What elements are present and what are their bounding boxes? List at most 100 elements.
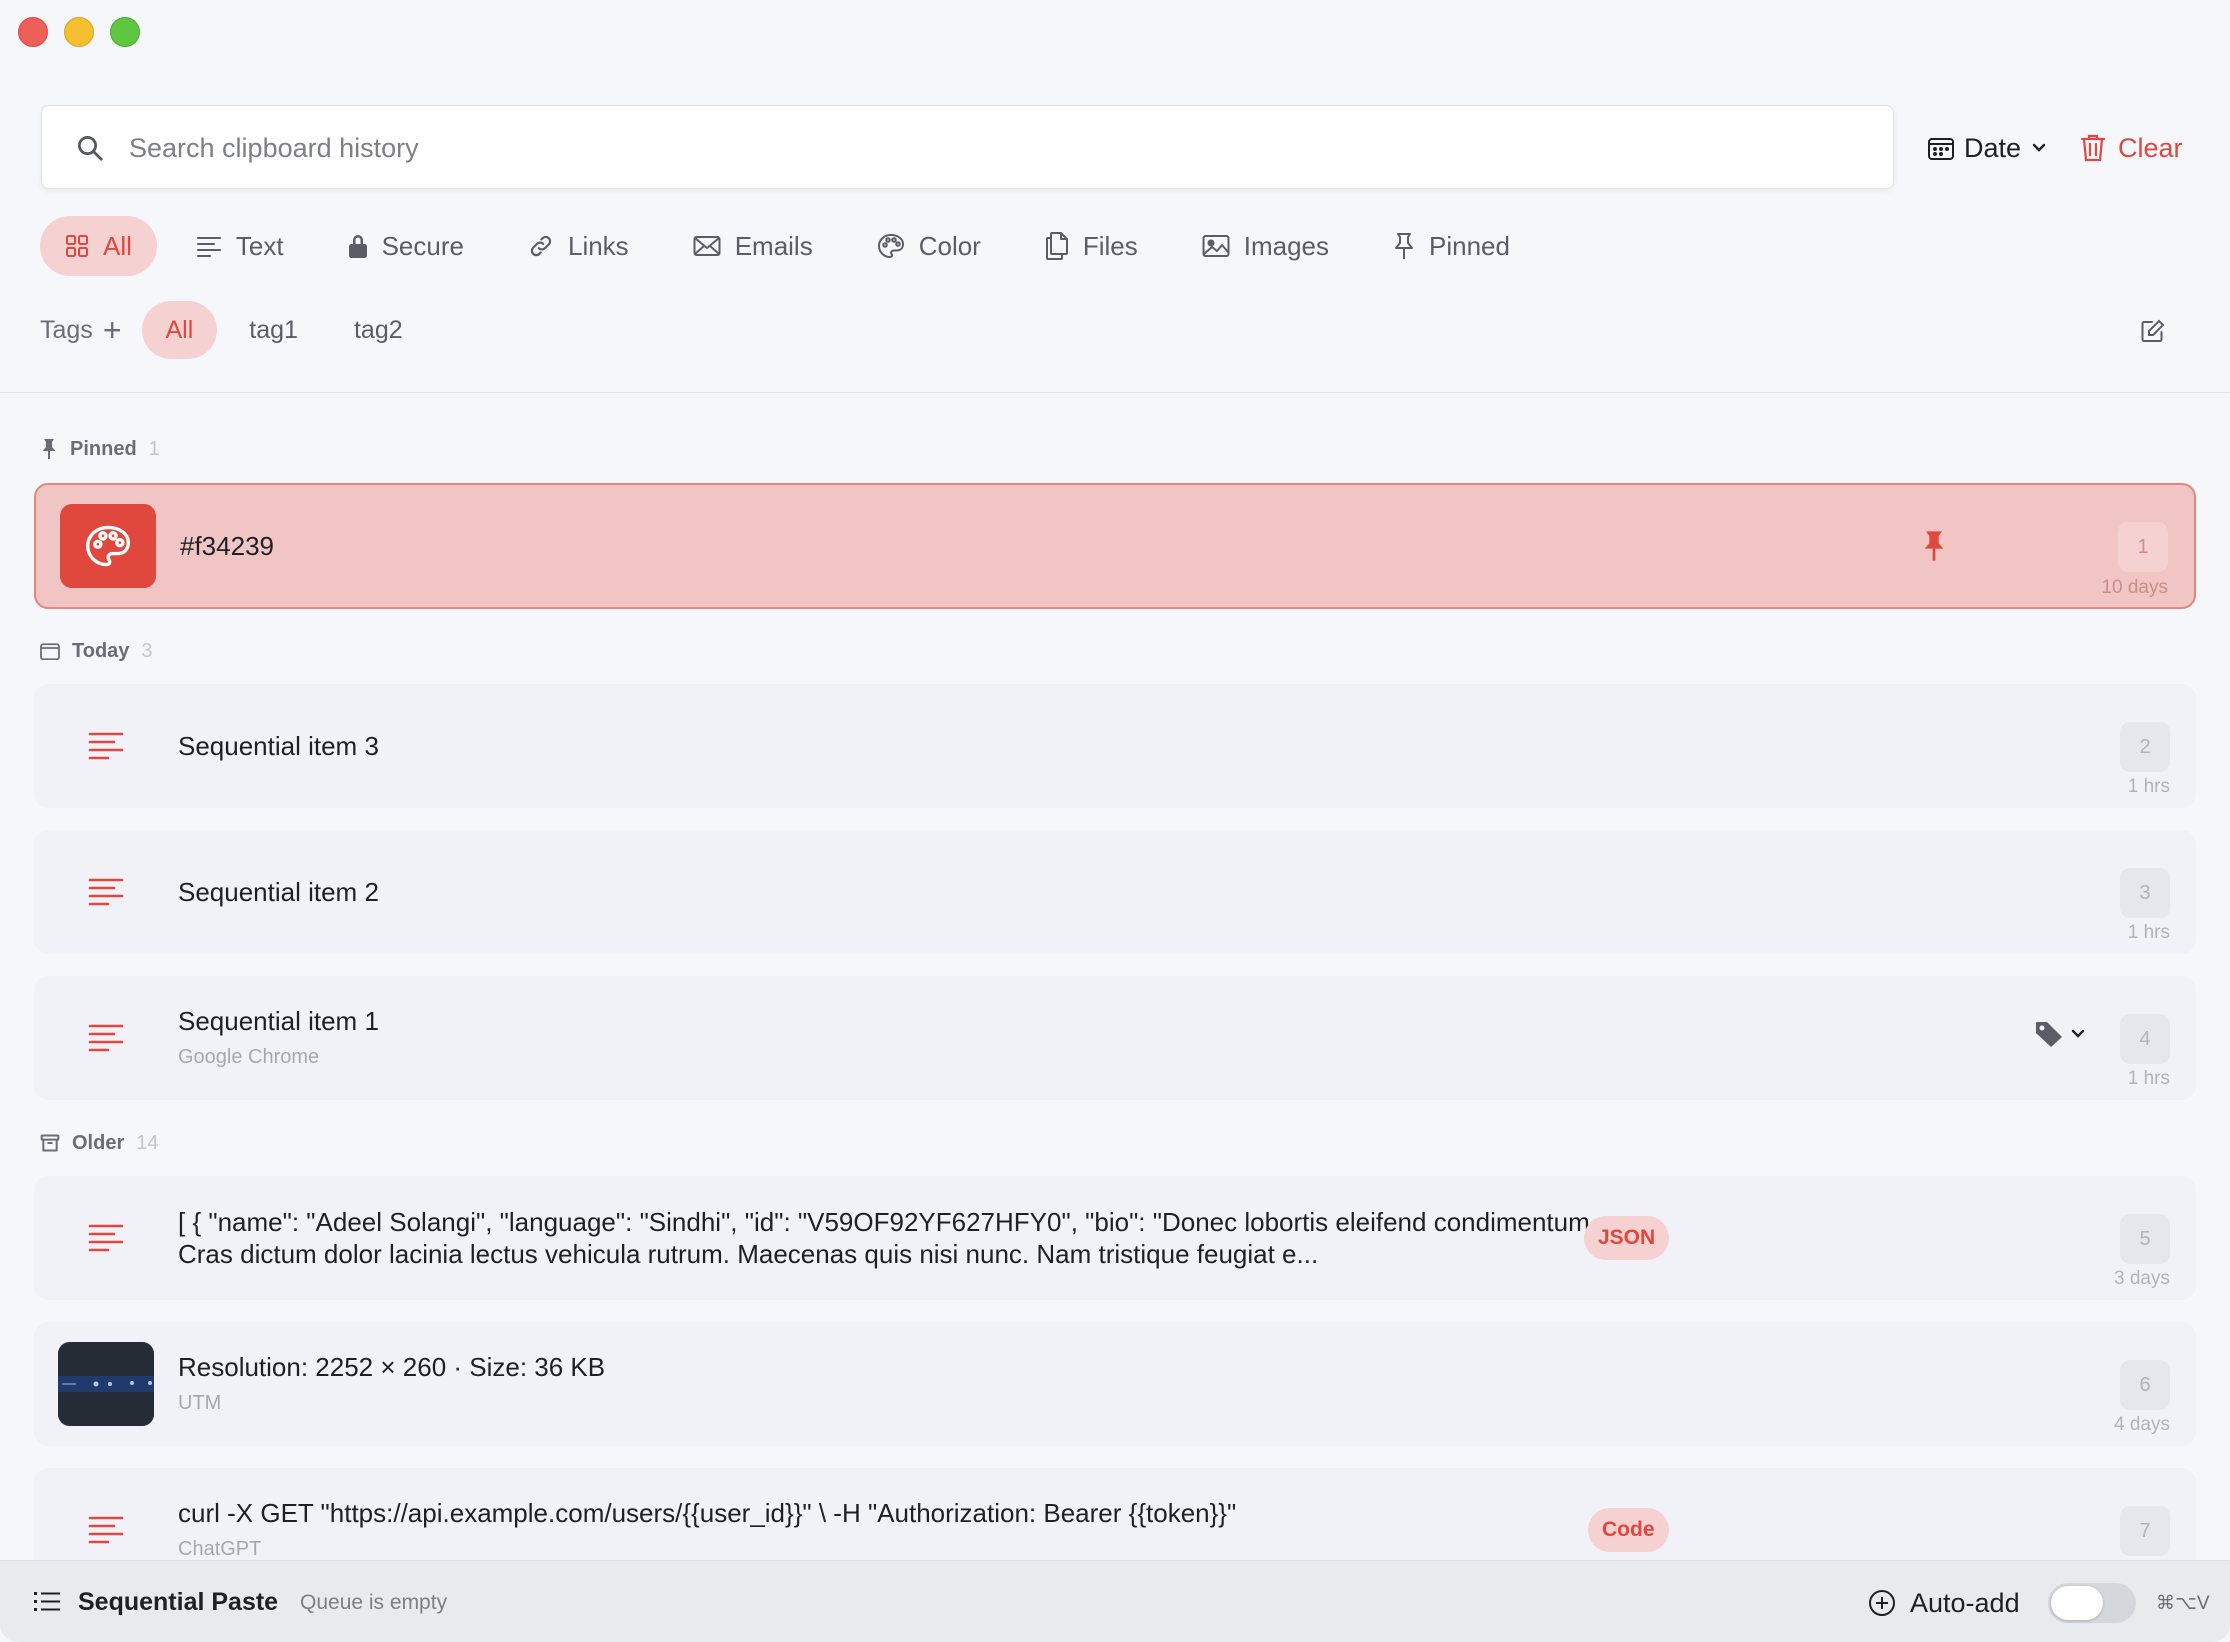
filter-pinned[interactable]: Pinned (1368, 216, 1535, 276)
section-count: 3 (141, 639, 153, 662)
item-index: 5 (2120, 1214, 2170, 1264)
item-index: 3 (2120, 868, 2170, 918)
sequential-paste-title: Sequential Paste (78, 1588, 279, 1616)
filter-files[interactable]: Files (1020, 216, 1163, 276)
auto-add-toggle[interactable] (2048, 1583, 2136, 1623)
filter-label: Pinned (1429, 230, 1510, 261)
item-source: Google Chrome (178, 1046, 320, 1068)
section-pinned-header: Pinned 1 (40, 432, 160, 466)
text-item-icon (58, 704, 154, 788)
tag-menu-button[interactable] (2034, 1020, 2086, 1048)
plus-circle-icon (1869, 1590, 1895, 1616)
calendar-icon (40, 643, 60, 660)
item-title: Sequential item 1 (178, 1006, 379, 1036)
filter-secure[interactable]: Secure (323, 216, 489, 276)
section-label: Today (72, 639, 130, 662)
tags-label: Tags (40, 315, 93, 344)
code-badge: Code (1588, 1508, 1669, 1552)
item-index: 1 (2118, 522, 2168, 572)
tags-bar: Tags + All tag1 tag2 (40, 300, 435, 360)
edit-icon (2141, 319, 2165, 342)
chevron-down-icon (2071, 1029, 2085, 1038)
text-lines-icon (88, 732, 124, 760)
pin-icon (42, 439, 56, 459)
filter-label: Secure (381, 230, 464, 261)
text-item-icon (58, 850, 154, 934)
item-title: curl -X GET "https://api.example.com/use… (178, 1498, 1237, 1528)
search-icon (78, 136, 103, 161)
clipboard-item[interactable]: Resolution: 2252 × 260 · Size: 36 KB UTM… (34, 1322, 2196, 1446)
search-bar[interactable] (41, 105, 1894, 190)
add-tag-button[interactable]: + (103, 314, 122, 346)
clipboard-item[interactable]: [ { "name": "Adeel Solangi", "language":… (34, 1176, 2196, 1300)
clear-button[interactable]: Clear (2080, 128, 2183, 168)
text-lines-icon (88, 1224, 124, 1252)
clipboard-item[interactable]: #f34239 1 10 days (34, 483, 2196, 609)
text-lines-icon (88, 878, 124, 906)
header-divider (0, 392, 2230, 393)
filter-label: Links (567, 230, 629, 261)
color-item-icon (60, 504, 156, 588)
filter-label: All (103, 230, 132, 261)
section-label: Older (72, 1131, 125, 1154)
item-title: [ { "name": "Adeel Solangi", "language":… (178, 1207, 1597, 1269)
close-window-button[interactable] (18, 17, 48, 47)
filter-label: Emails (734, 230, 813, 261)
item-age: 1 hrs (2127, 776, 2170, 797)
sequential-paste-bar: Sequential Paste Queue is empty Auto-add… (0, 1560, 2230, 1642)
item-source: ChatGPT (178, 1538, 262, 1560)
filter-color[interactable]: Color (852, 216, 1006, 276)
filter-links[interactable]: Links (503, 216, 654, 276)
calendar-icon (1928, 138, 1954, 160)
tag-tag1[interactable]: tag1 (225, 301, 322, 359)
item-index: 4 (2120, 1014, 2170, 1064)
pin-icon (1395, 233, 1414, 259)
sort-label: Date (1964, 132, 2022, 163)
text-item-icon (58, 1196, 154, 1280)
edit-tags-button[interactable] (2140, 318, 2166, 349)
sort-date-button[interactable]: Date (1928, 128, 2047, 168)
item-index: 2 (2120, 722, 2170, 772)
section-label: Pinned (70, 437, 137, 460)
tag-icon (2036, 1022, 2062, 1047)
item-title: Sequential item 2 (178, 877, 379, 907)
clipboard-item[interactable]: Sequential item 3 2 1 hrs (34, 684, 2196, 808)
image-thumbnail (58, 1342, 154, 1426)
clipboard-window: Date Clear All Text Secure Links Emails (0, 0, 2230, 1642)
item-title: Resolution: 2252 × 260 · Size: 36 KB (178, 1352, 606, 1382)
section-older-header: Older 14 (40, 1126, 159, 1160)
item-title: #f34239 (180, 531, 274, 561)
item-age: 1 hrs (2127, 922, 2170, 943)
filter-all[interactable]: All (40, 216, 157, 276)
item-age: 3 days (2114, 1268, 2170, 1289)
section-today-header: Today 3 (40, 634, 153, 668)
filter-emails[interactable]: Emails (668, 216, 838, 276)
filter-images[interactable]: Images (1177, 216, 1354, 276)
auto-add-button[interactable]: Auto-add (1868, 1583, 2020, 1623)
item-source: UTM (178, 1392, 222, 1414)
toggle-knob (2051, 1586, 2103, 1620)
filter-label: Text (235, 230, 284, 261)
filter-text[interactable]: Text (171, 216, 309, 276)
item-index: 6 (2120, 1360, 2170, 1410)
tag-tag2[interactable]: tag2 (330, 301, 427, 359)
grid-icon (66, 235, 88, 257)
minimize-window-button[interactable] (64, 17, 94, 47)
item-title: Sequential item 3 (178, 731, 379, 761)
clipboard-item[interactable]: Sequential item 2 3 1 hrs (34, 830, 2196, 954)
text-lines-icon (88, 1024, 124, 1052)
search-input[interactable] (127, 106, 1831, 190)
filter-label: Color (918, 230, 981, 261)
queue-status: Queue is empty (300, 1591, 448, 1614)
json-badge: JSON (1584, 1216, 1670, 1260)
text-lines-icon (196, 237, 221, 257)
item-age: 1 hrs (2127, 1068, 2170, 1089)
unpin-icon[interactable] (1922, 530, 1946, 562)
clipboard-item[interactable]: Sequential item 1 Google Chrome 4 1 hrs (34, 976, 2196, 1100)
section-count: 14 (136, 1131, 159, 1154)
shortcut-hint: ⌘⌥V (2156, 1593, 2210, 1614)
lock-icon (348, 235, 367, 258)
item-index: 7 (2120, 1506, 2170, 1556)
maximize-window-button[interactable] (110, 17, 140, 47)
tag-all[interactable]: All (141, 301, 218, 359)
